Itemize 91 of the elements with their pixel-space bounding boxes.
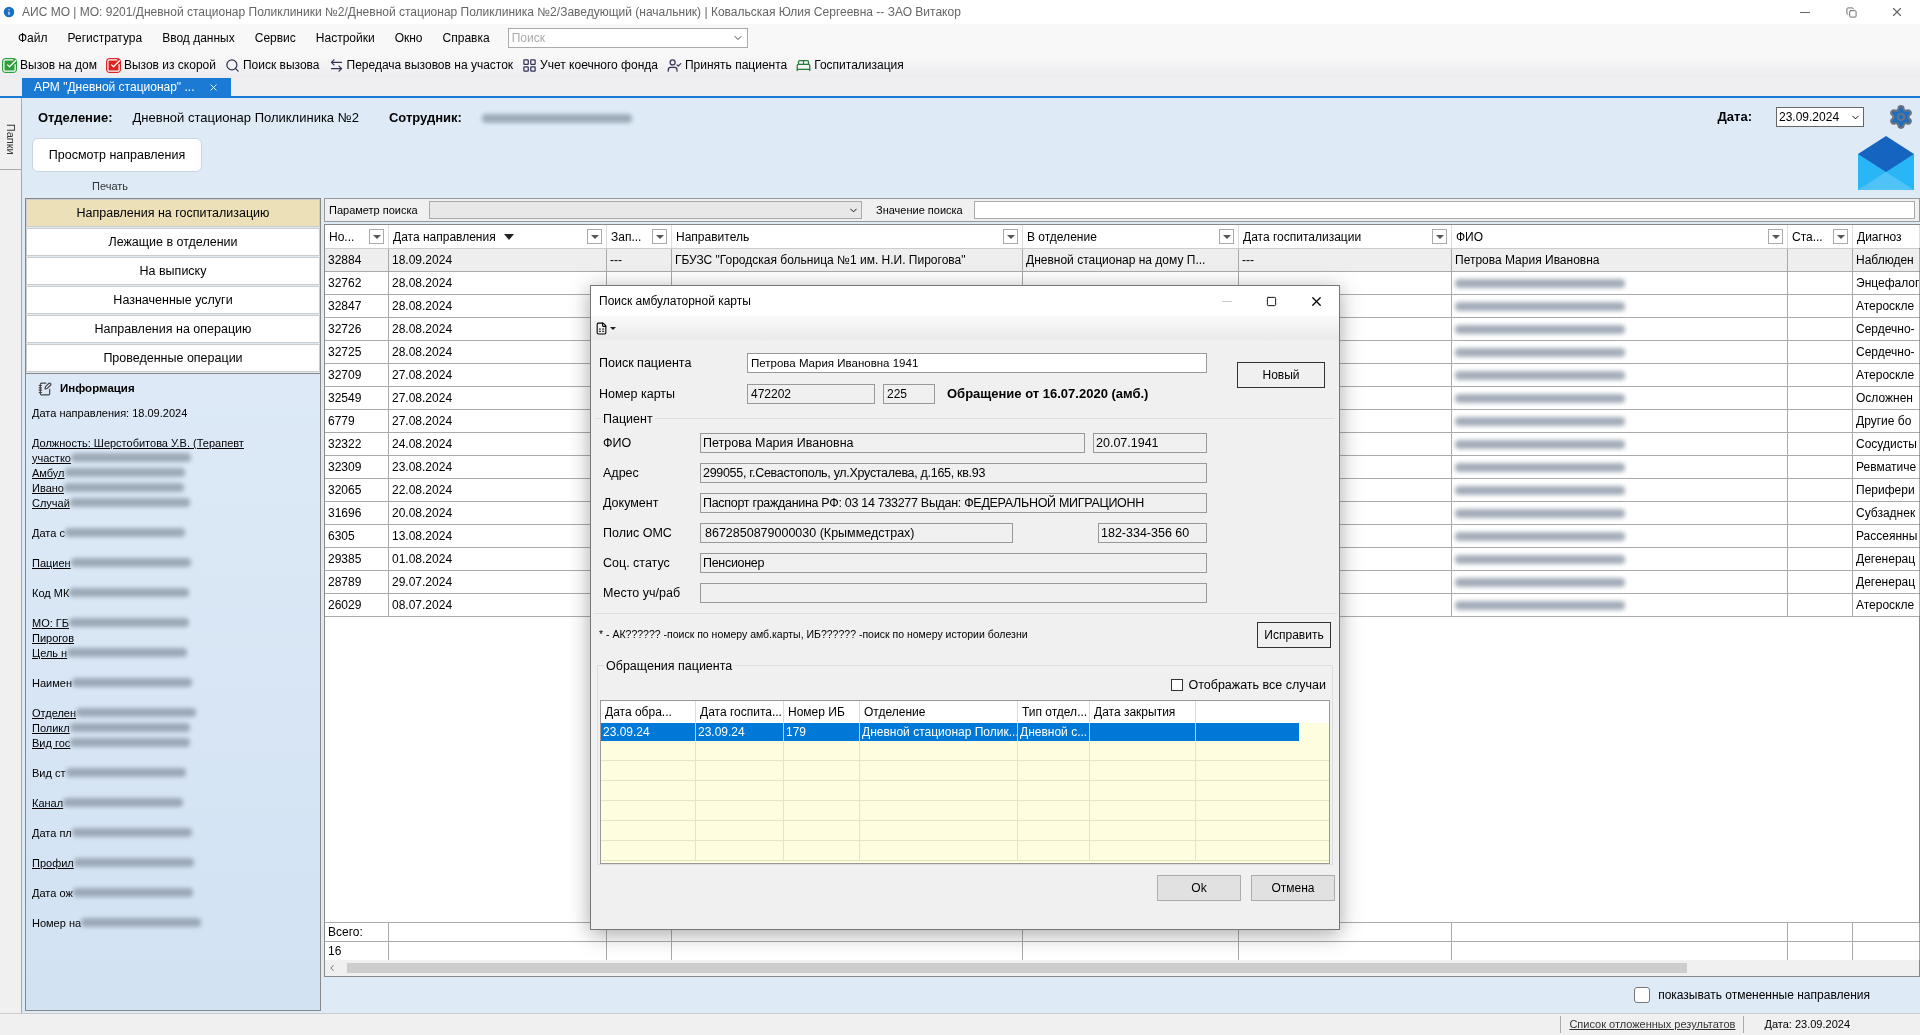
field-label: Адрес (603, 464, 640, 482)
table-cell-text: Дневной с... (1020, 724, 1088, 741)
total-count: 16 (328, 943, 342, 960)
field-label: Полис ОМС (603, 524, 673, 542)
field-label: ФИО (603, 434, 633, 452)
grid-cell-text: Атероскле (1856, 367, 1915, 384)
date-label: Дата: (1717, 108, 1752, 127)
info-text: Дата направления: 18.09.2024 (32, 405, 188, 421)
grid-cell-text: 32884 (328, 252, 362, 269)
table-cell-text: Дневной стационар Полик... (862, 724, 1017, 741)
grid-cell-text: Дегенерац (1856, 551, 1916, 568)
grid-cell-text: Сосудисты (1856, 436, 1917, 453)
info-text: Дата ож (32, 885, 73, 901)
grid-cell-text: Энцефалог (1856, 275, 1919, 292)
grid-cell-text: Сердечно- (1856, 344, 1915, 361)
visits-group-label: Обращения пациента (604, 657, 735, 676)
search-param-label: Параметр поиска (329, 202, 419, 218)
window-title: АИС МО | МО: 9201/Дневной стационар Поликлиники №2/Дневной стационар Поликлиника №2/Заведующий (начальник) | Ковальская Юлия Сергеевна -- ЗАО Витакор (22, 4, 961, 21)
grid-cell-text: 32309 (328, 459, 362, 476)
search-patient-label: Поиск пациента (599, 354, 693, 372)
grid-cell-text: 27.08.2024 (392, 413, 453, 430)
grid-cell-text: Ревматиче (1856, 459, 1917, 476)
grid-cell-text: ГБУЗС "Городская больница №1 им. Н.И. Пирогова" (675, 252, 966, 269)
checkbox-label: показывать отмененные направления (1658, 987, 1870, 1004)
grid-cell-text: Дегенерац (1856, 574, 1916, 591)
grid-cell-text: 32726 (328, 321, 362, 338)
visit-info: Обращение от 16.07.2020 (амб.) (947, 385, 1149, 404)
search-value-label: Значение поиска (876, 202, 964, 218)
info-text: Код МК (32, 585, 70, 601)
info-text: Номер на (32, 915, 82, 931)
grid-cell-text: Атероскле (1856, 298, 1915, 315)
grid-cell-text: Дневной стационар на дому П... (1026, 252, 1206, 269)
grid-cell-text: --- (1242, 252, 1254, 269)
info-text: Вид ст (32, 765, 66, 781)
grid-cell-text: Перифери (1856, 482, 1915, 499)
grid-cell-text: 23.08.2024 (392, 459, 453, 476)
grid-cell-text: 31696 (328, 505, 362, 522)
grid-cell-text: 24.08.2024 (392, 436, 453, 453)
grid-cell-text: 22.08.2024 (392, 482, 453, 499)
field-label: Соц. статус (603, 554, 671, 572)
grid-cell-text: 18.09.2024 (392, 252, 453, 269)
table-cell-text: 23.09.24 (603, 724, 650, 741)
info-text: Наимен (32, 675, 72, 691)
grid-cell-text: 32322 (328, 436, 362, 453)
grid-cell-text: 6779 (328, 413, 355, 430)
field-label: Место уч/раб (603, 584, 682, 602)
grid-cell-text: 20.08.2024 (392, 505, 453, 522)
checkbox-label: Отображать все случаи (1188, 676, 1326, 694)
grid-cell-text: 28.08.2024 (392, 275, 453, 292)
grid-cell-text: 28.08.2024 (392, 344, 453, 361)
grid-cell-text: Рассеянны (1856, 528, 1918, 545)
grid-cell-text: 32065 (328, 482, 362, 499)
grid-cell-text: 32847 (328, 298, 362, 315)
employee-label: Сотрудник: (388, 109, 462, 128)
grid-cell-text: 28.08.2024 (392, 321, 453, 338)
info-text: Дата пл (32, 825, 72, 841)
grid-cell-text: 32549 (328, 390, 362, 407)
search-hint: * - АК?????? -поиск по номеру амб.карты, ИБ?????? -поиск по номеру истории болезни (599, 626, 1028, 642)
grid-cell-text: Другие бо (1856, 413, 1912, 430)
table-cell-text: 23.09.24 (698, 724, 745, 741)
grid-cell-text: 29.07.2024 (392, 574, 453, 591)
grid-cell-text: Субзаднек (1856, 505, 1916, 522)
grid-cell-text: Петрова Мария Ивановна (1455, 252, 1600, 269)
grid-cell-text: Осложнен (1856, 390, 1913, 407)
grid-cell-text: 6305 (328, 528, 355, 545)
grid-cell-text: 01.08.2024 (392, 551, 453, 568)
grid-cell-text: 27.08.2024 (392, 390, 453, 407)
grid-cell-text: 28.08.2024 (392, 298, 453, 315)
info-title: Информация (60, 381, 135, 396)
grid-cell-text: Атероскле (1856, 597, 1915, 614)
card-number-label: Номер карты (599, 385, 677, 403)
grid-cell-text: Наблюден (1856, 252, 1914, 269)
grid-cell-text: 28789 (328, 574, 362, 591)
grid-cell-text: 32725 (328, 344, 362, 361)
grid-cell-text: 29385 (328, 551, 362, 568)
grid-cell-text: 26029 (328, 597, 362, 614)
department-name: Дневной стационар Поликлиника №2 (132, 109, 359, 128)
grid-cell-text: 32709 (328, 367, 362, 384)
table-cell-text: 179 (786, 724, 807, 741)
status-date: Дата: 23.09.2024 (1743, 1016, 1870, 1033)
grid-cell-text: --- (610, 252, 622, 269)
grid-cell-text: 27.08.2024 (392, 367, 453, 384)
info-text: Дата с (32, 525, 65, 541)
grid-cell-text: 13.08.2024 (392, 528, 453, 545)
dialog-title: Поиск амбулаторной карты (599, 293, 751, 310)
field-label: Документ (603, 494, 660, 512)
grid-cell-text: 08.07.2024 (392, 597, 453, 614)
department-label: Отделение: (38, 109, 113, 128)
grid-cell-text: 32762 (328, 275, 362, 292)
grid-cell-text: Сердечно- (1856, 321, 1915, 338)
total-label: Всего: (328, 924, 363, 941)
